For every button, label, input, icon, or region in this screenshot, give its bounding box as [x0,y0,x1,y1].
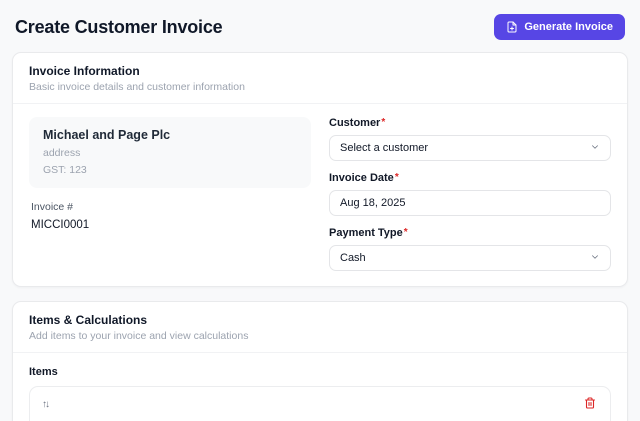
generate-invoice-label: Generate Invoice [524,21,613,33]
invoice-information-header: Invoice Information Basic invoice detail… [13,53,627,104]
required-asterisk: * [403,227,408,238]
company-name: Michael and Page Plc [43,128,171,142]
invoice-information-card: Invoice Information Basic invoice detail… [12,52,628,287]
items-calculations-subtitle: Add items to your invoice and view calcu… [29,330,249,342]
generate-invoice-button[interactable]: Generate Invoice [494,14,625,40]
invoice-information-body: Michael and Page Plc address GST: 123 In… [13,104,627,286]
company-address: address [43,147,81,159]
items-calculations-card: Items & Calculations Add items to your i… [12,301,628,421]
invoice-number-block: Invoice # MICCI0001 [29,201,311,231]
invoice-date-label: Invoice Date* [329,172,611,184]
customer-select[interactable]: Select a customer [329,135,611,161]
invoice-information-title: Invoice Information [29,64,140,78]
trash-icon [584,396,596,412]
file-plus-icon [506,21,518,33]
page-title: Create Customer Invoice [15,16,223,37]
required-asterisk: * [394,172,399,183]
payment-type-label-text: Payment Type [329,227,403,239]
items-calculations-body: Items ↑↓ [13,353,627,421]
invoice-number-value: MICCI0001 [31,219,90,231]
invoice-information-subtitle: Basic invoice details and customer infor… [29,81,245,93]
customer-label-text: Customer [329,117,381,129]
company-column: Michael and Page Plc address GST: 123 In… [29,117,311,271]
customer-select-value: Select a customer [340,142,429,154]
items-section-label: Items [29,366,58,378]
payment-type-select[interactable]: Cash [329,245,611,271]
payment-type-field: Payment Type* Cash [329,227,611,271]
item-row: ↑↓ [29,386,611,421]
chevron-down-icon [590,252,600,265]
payment-type-label: Payment Type* [329,227,611,239]
payment-type-select-value: Cash [340,252,366,264]
customer-field: Customer* Select a customer [329,117,611,161]
company-summary-box: Michael and Page Plc address GST: 123 [29,117,311,188]
invoice-fields-column: Customer* Select a customer Invoice Date… [329,117,611,271]
customer-label: Customer* [329,117,611,129]
page-header: Create Customer Invoice Generate Invoice [12,12,628,40]
items-calculations-title: Items & Calculations [29,313,148,327]
invoice-date-input[interactable] [329,190,611,216]
company-gst: GST: 123 [43,164,87,176]
required-asterisk: * [381,117,386,128]
chevron-down-icon [590,142,600,155]
invoice-date-label-text: Invoice Date [329,172,394,184]
items-calculations-header: Items & Calculations Add items to your i… [13,302,627,353]
create-invoice-page: Create Customer Invoice Generate Invoice… [0,0,640,421]
invoice-number-label: Invoice # [31,201,74,213]
sort-arrows-icon[interactable]: ↑↓ [40,399,50,410]
delete-item-button[interactable] [582,395,598,414]
invoice-date-field: Invoice Date* [329,172,611,216]
